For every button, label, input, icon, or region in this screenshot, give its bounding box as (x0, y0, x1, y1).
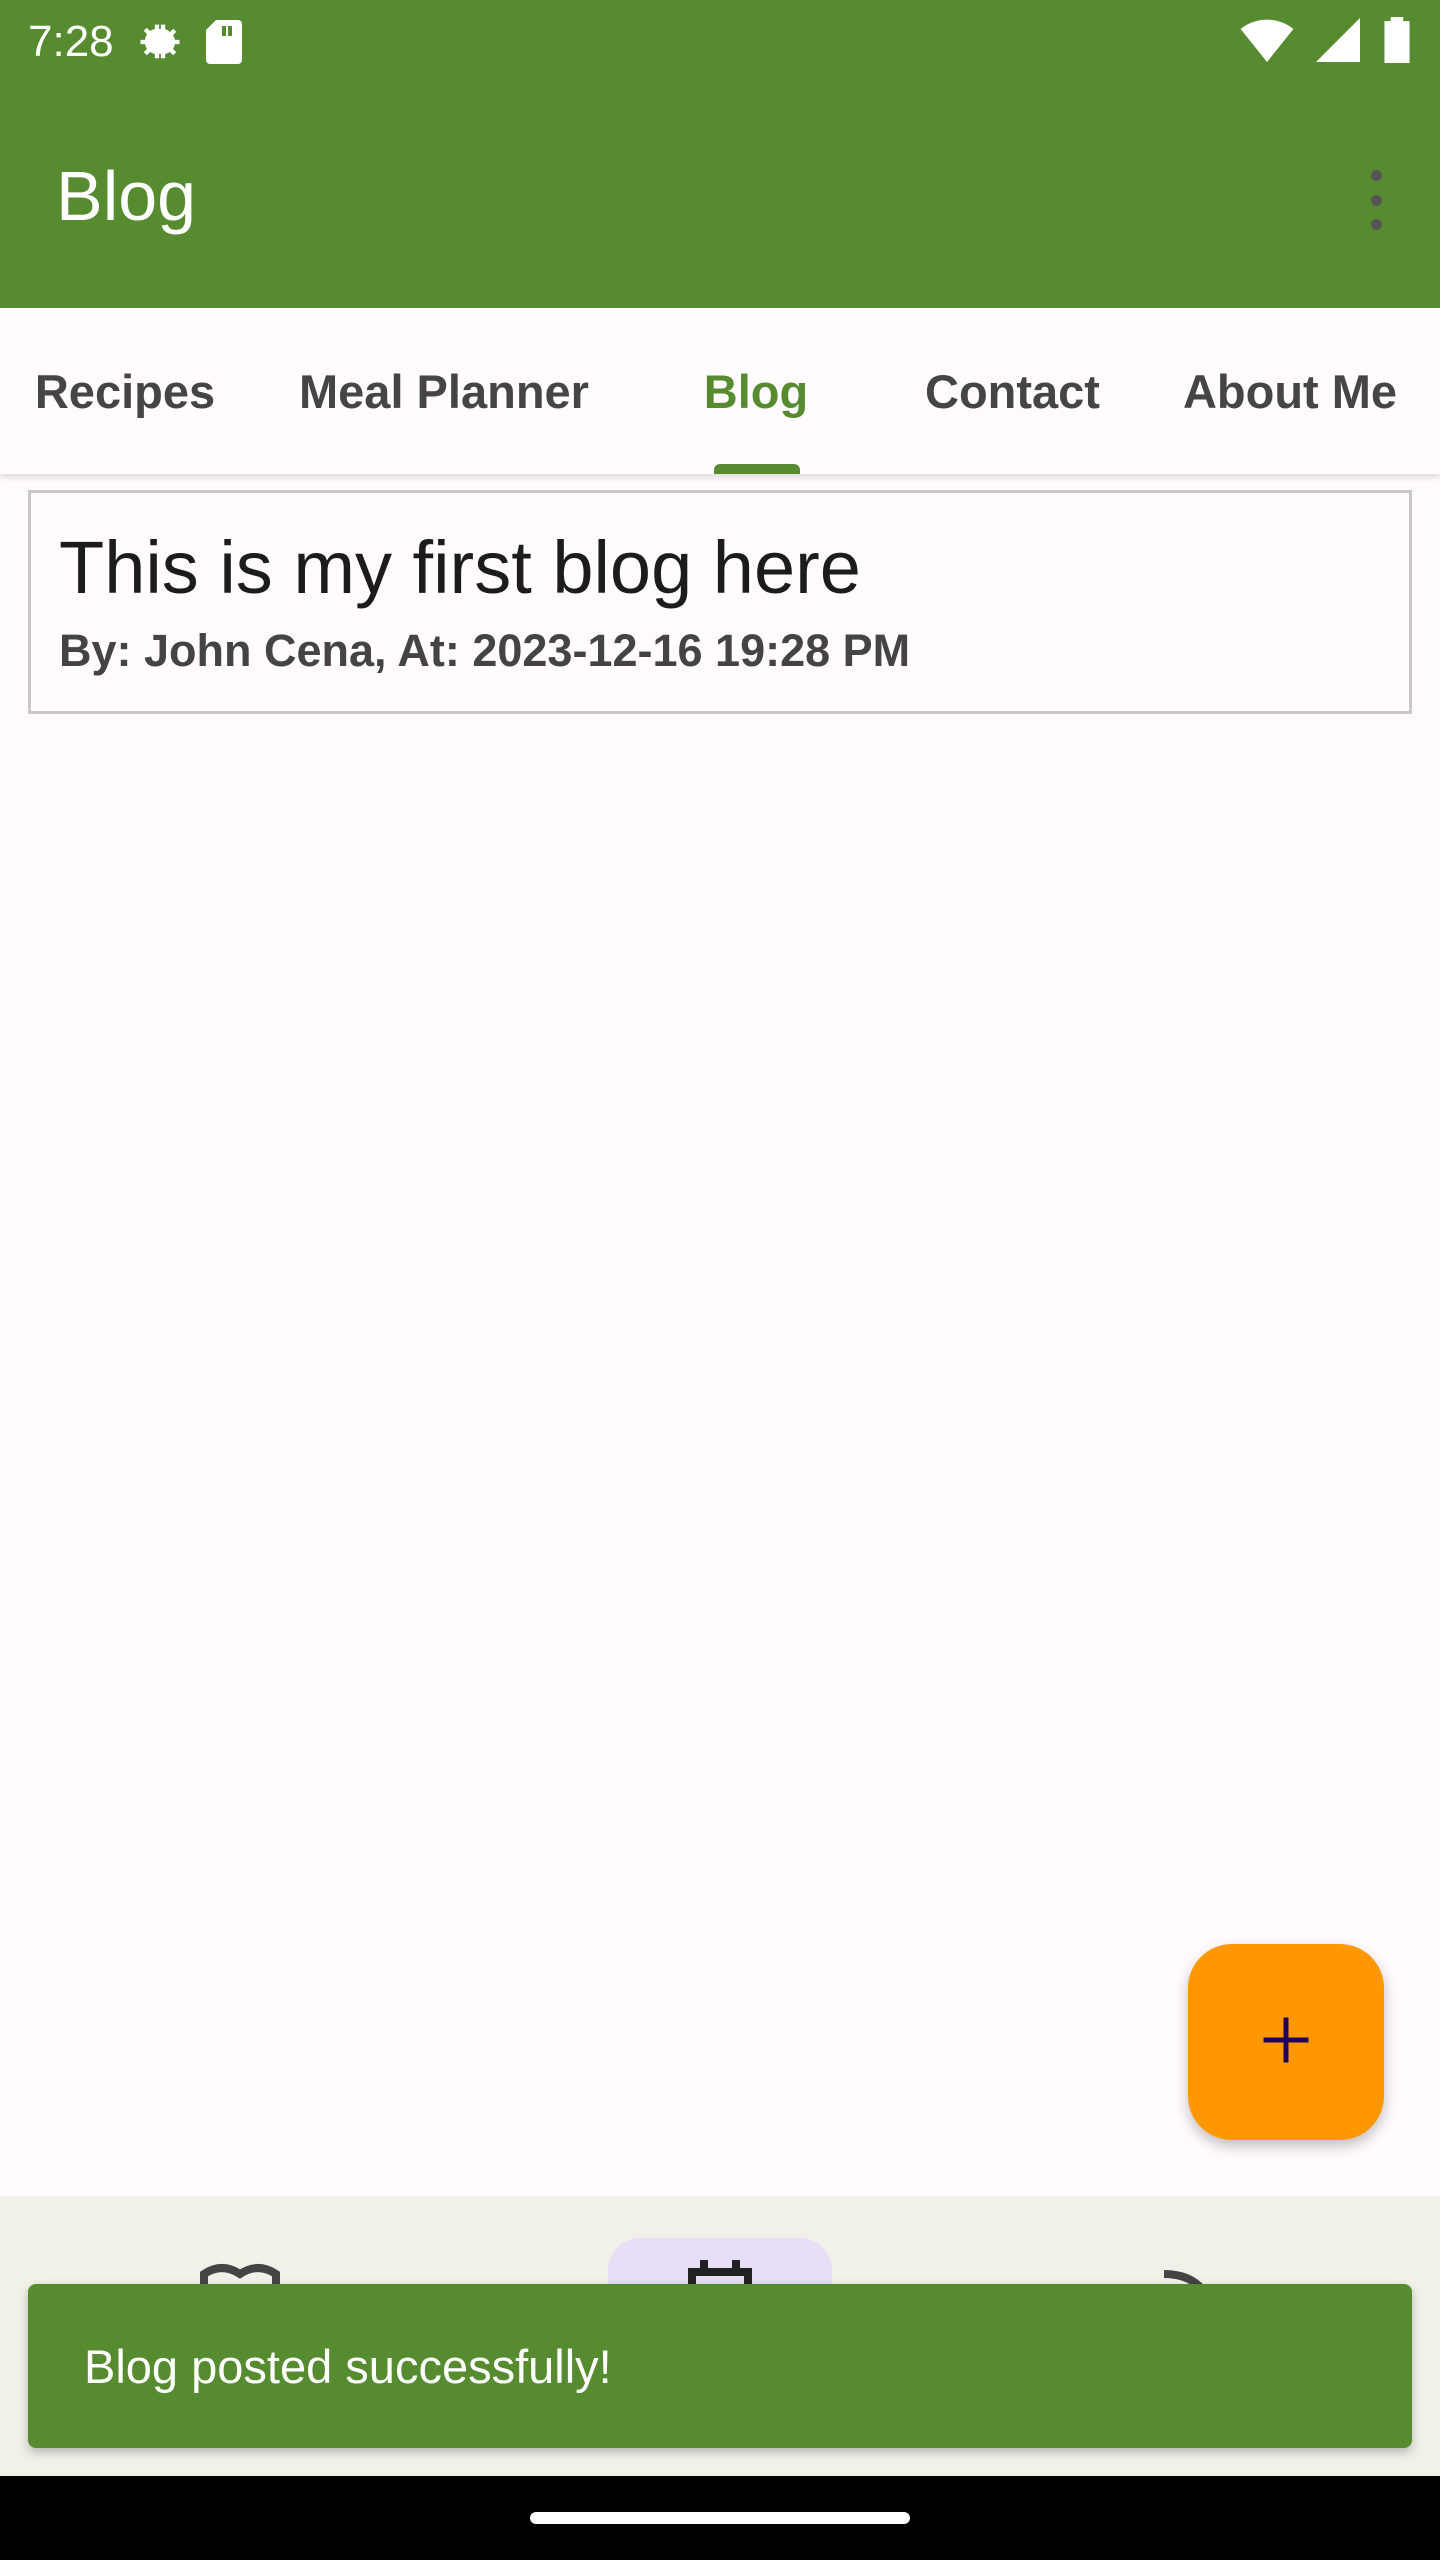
sd-card-icon (204, 18, 244, 66)
tab-blog[interactable]: Blog (656, 308, 856, 474)
tab-about-me[interactable]: About Me (1160, 308, 1420, 474)
status-bar: 7:28 (0, 0, 1440, 84)
tab-contact[interactable]: Contact (900, 308, 1125, 474)
tab-meal-planner[interactable]: Meal Planner (262, 308, 626, 474)
snackbar: Blog posted successfully! (28, 2284, 1412, 2448)
blog-meta: By: John Cena, At: 2023-12-16 19:28 PM (59, 625, 911, 676)
wifi-icon (1240, 18, 1294, 67)
battery-icon (1382, 16, 1412, 68)
blog-title: This is my first blog here (59, 526, 861, 609)
add-icon (1256, 2010, 1316, 2075)
more-vert-icon[interactable] (1352, 164, 1400, 236)
page-title: Blog (56, 157, 197, 235)
settings-icon (134, 16, 186, 68)
system-navigation-bar (0, 2476, 1440, 2560)
tab-recipes[interactable]: Recipes (0, 308, 250, 474)
snackbar-message: Blog posted successfully! (84, 2339, 612, 2393)
home-indicator[interactable] (530, 2512, 910, 2524)
app-bar: Blog (0, 84, 1440, 308)
signal-icon (1316, 17, 1360, 67)
status-time: 7:28 (28, 17, 114, 66)
add-blog-button[interactable] (1188, 1944, 1384, 2140)
tab-bar: Recipes Meal Planner Blog Contact About … (0, 308, 1440, 474)
blog-post-card[interactable]: This is my first blog here By: John Cena… (28, 490, 1412, 714)
tab-indicator (714, 464, 800, 474)
